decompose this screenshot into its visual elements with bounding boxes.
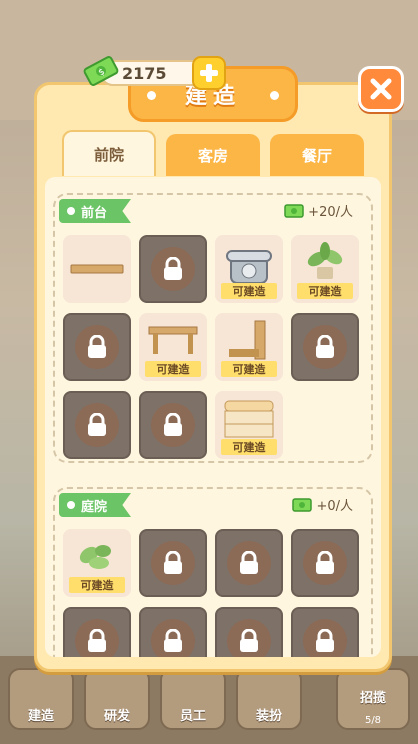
nav-staff-label: 员工: [179, 709, 206, 724]
nav-build-label: 建造: [27, 709, 54, 724]
item-locked[interactable]: [291, 313, 359, 381]
section-income: +20/人: [284, 201, 353, 220]
banner-dot: [147, 91, 156, 100]
item-locked[interactable]: [139, 529, 207, 597]
nav-research-label: 研发: [103, 709, 130, 724]
plus-icon: [200, 64, 218, 82]
section-name: 前台: [81, 205, 108, 221]
lock-icon: [164, 413, 182, 436]
buildable-label: 可建造: [69, 577, 125, 593]
lock-icon: [316, 335, 334, 358]
currency-amount: 2175: [122, 64, 167, 83]
item-locked[interactable]: [63, 313, 131, 381]
buildable-label: 可建造: [221, 439, 277, 455]
lock-icon: [88, 413, 106, 436]
recruit-count: 5/8: [364, 715, 382, 726]
currency-display: $ 2175: [82, 56, 226, 90]
item-locked[interactable]: [215, 529, 283, 597]
lock-icon: [164, 551, 182, 574]
item-bush-plant[interactable]: 可建造: [63, 529, 131, 597]
lock-icon: [164, 257, 182, 280]
nav-research-button[interactable]: 研发: [84, 668, 150, 730]
item-wooden-cabinet[interactable]: 可建造: [215, 313, 283, 381]
add-currency-button[interactable]: [192, 56, 226, 90]
cash-icon: [284, 203, 304, 218]
nav-decorate-label: 装扮: [255, 709, 282, 724]
section-name: 庭院: [81, 499, 108, 515]
close-button[interactable]: [358, 66, 404, 112]
nav-build-button[interactable]: 建造: [8, 668, 74, 730]
item-potted-plant[interactable]: 可建造: [291, 235, 359, 303]
lock-icon: [88, 335, 106, 358]
buildable-label: 可建造: [145, 361, 201, 377]
lock-icon: [240, 629, 258, 652]
buildable-label: 可建造: [221, 283, 277, 299]
section-front-desk: 前台 +20/人 可建造 可建造 可建造 可建造 可建造: [53, 193, 373, 463]
item-locked[interactable]: [215, 607, 283, 657]
item-wooden-plank[interactable]: [63, 235, 131, 303]
lock-icon: [88, 629, 106, 652]
nav-recruit-button[interactable]: 招揽 5/8: [336, 668, 410, 730]
banner-dot: [270, 91, 279, 100]
buildable-label: 可建造: [221, 361, 277, 377]
item-locked[interactable]: [291, 529, 359, 597]
section-courtyard: 庭院 +0/人 可建造: [53, 487, 373, 657]
item-locked[interactable]: [139, 607, 207, 657]
item-locked[interactable]: [291, 607, 359, 657]
item-locked[interactable]: [139, 391, 207, 459]
item-telephone[interactable]: 可建造: [215, 235, 283, 303]
item-locked[interactable]: [63, 607, 131, 657]
build-list: 前台 +20/人 可建造 可建造 可建造 可建造 可建造 庭院 +0/人 可建造: [45, 177, 381, 657]
item-wooden-desk[interactable]: 可建造: [139, 313, 207, 381]
section-income: +0/人: [292, 495, 353, 514]
section-tag: 前台: [59, 199, 131, 223]
section-tag: 庭院: [59, 493, 131, 517]
lock-icon: [164, 629, 182, 652]
nav-decorate-button[interactable]: 装扮: [236, 668, 302, 730]
section-income-value: +20/人: [308, 205, 353, 220]
nav-staff-button[interactable]: 员工: [160, 668, 226, 730]
cash-icon: [292, 497, 313, 512]
tab-restaurant[interactable]: 餐厅: [270, 134, 364, 176]
category-tabs: 前院 客房 餐厅: [62, 130, 364, 176]
tab-front-yard[interactable]: 前院: [62, 130, 156, 176]
lock-icon: [316, 629, 334, 652]
wooden-plank-icon: [70, 264, 124, 274]
item-locked[interactable]: [63, 391, 131, 459]
buildable-label: 可建造: [297, 283, 353, 299]
close-icon: [370, 78, 392, 100]
nav-recruit-label: 招揽: [359, 691, 386, 706]
item-reception-counter[interactable]: 可建造: [215, 391, 283, 459]
item-locked[interactable]: [139, 235, 207, 303]
section-income-value: +0/人: [316, 499, 353, 514]
lock-icon: [316, 551, 334, 574]
tab-guest-room[interactable]: 客房: [166, 134, 260, 176]
lock-icon: [240, 551, 258, 574]
